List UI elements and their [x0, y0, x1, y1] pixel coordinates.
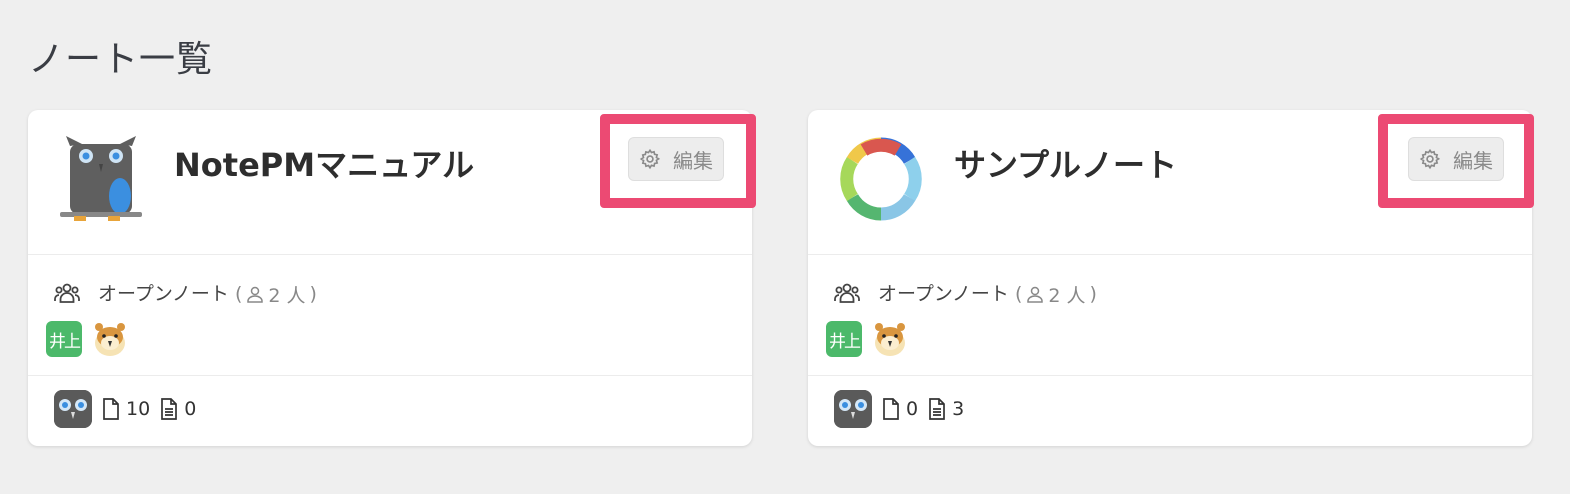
hamster-avatar-icon[interactable]	[872, 321, 908, 357]
member-avatar-initials[interactable]: 井上	[46, 321, 82, 357]
member-list: 井上	[826, 321, 908, 357]
member-list: 井上	[46, 321, 128, 357]
member-count[interactable]: ( 2 人)	[1015, 281, 1097, 308]
edit-button-label: 編集	[1453, 148, 1493, 173]
template-count-value: 0	[184, 398, 197, 420]
template-count-value: 3	[952, 398, 965, 420]
donut-logo-icon[interactable]	[836, 134, 926, 224]
note-card[interactable]: NotePMマニュアル 編集 オープンノート (2 人) 井上 10 0	[28, 110, 756, 446]
page-icon	[883, 398, 899, 420]
edit-button[interactable]: 編集	[628, 137, 724, 181]
edit-button-label: 編集	[673, 148, 713, 173]
access-label: オープンノート	[98, 283, 229, 305]
note-stats: 0 3	[834, 390, 964, 428]
member-count-value: 2 人	[268, 284, 306, 307]
access-row: オープンノート ( 2 人)	[54, 279, 317, 308]
group-icon	[834, 283, 860, 304]
note-card[interactable]: サンプルノート 編集 オープンノート (2 人) 井上 0 3	[808, 110, 1534, 446]
edit-button[interactable]: 編集	[1408, 137, 1504, 181]
page-count-value: 10	[126, 398, 151, 420]
page-count: 0	[882, 398, 918, 420]
template-icon	[161, 398, 178, 420]
access-label: オープンノート	[878, 283, 1009, 305]
note-card-footer: 0 3	[808, 376, 1532, 446]
template-count: 3	[928, 398, 964, 420]
note-card-footer: 10 0	[28, 376, 752, 446]
note-title[interactable]: NotePMマニュアル	[174, 140, 474, 186]
page-count: 10	[102, 398, 150, 420]
note-stats: 10 0	[54, 390, 196, 428]
group-icon	[54, 283, 80, 304]
access-row: オープンノート ( 2 人)	[834, 279, 1097, 308]
note-title[interactable]: サンプルノート	[954, 140, 1177, 186]
member-count[interactable]: ( 2 人)	[235, 281, 317, 308]
note-card-members: オープンノート ( 2 人) 井上	[28, 255, 752, 376]
owner-avatar-icon[interactable]	[834, 390, 872, 428]
note-card-members: オープンノート ( 2 人) 井上	[808, 255, 1532, 376]
gear-icon	[639, 148, 661, 170]
page-count-value: 0	[906, 398, 919, 420]
member-count-value: 2 人	[1048, 284, 1086, 307]
template-count: 0	[160, 398, 196, 420]
page-title: ノート一覧	[28, 39, 214, 80]
note-card-header: サンプルノート 編集	[808, 110, 1534, 255]
template-icon	[929, 398, 945, 420]
owl-logo-icon[interactable]	[56, 134, 146, 224]
page-icon	[103, 398, 119, 420]
hamster-avatar-icon[interactable]	[92, 321, 128, 357]
gear-icon	[1419, 148, 1441, 170]
person-icon	[247, 286, 264, 303]
owner-avatar-icon[interactable]	[54, 390, 92, 428]
person-icon	[1027, 286, 1044, 303]
member-avatar-initials[interactable]: 井上	[826, 321, 862, 357]
note-card-header: NotePMマニュアル 編集	[28, 110, 756, 255]
